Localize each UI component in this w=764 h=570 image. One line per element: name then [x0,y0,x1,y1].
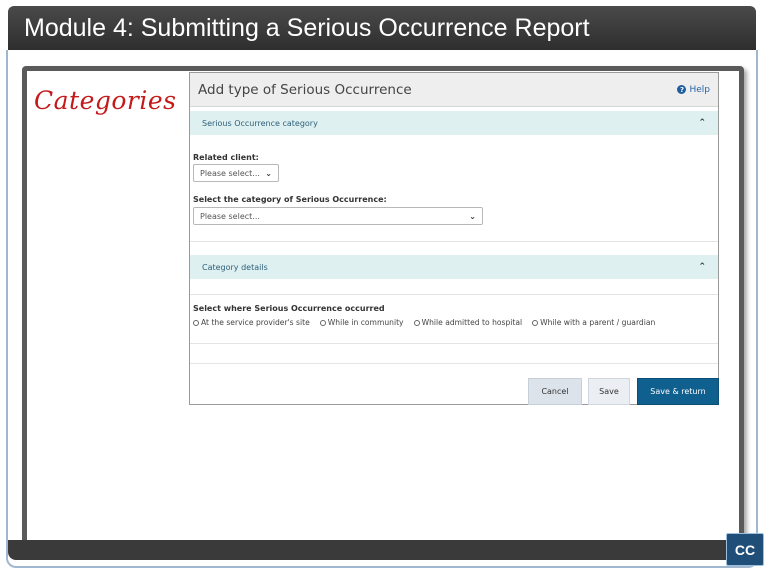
radio-label: While admitted to hospital [421,318,523,327]
radio-admitted-hospital[interactable]: While admitted to hospital [413,318,523,327]
chevron-down-icon: ⌄ [469,211,476,221]
categories-annotation: Categories [34,86,177,115]
radio-label: While in community [327,318,404,327]
category-select-value: Please select... [200,211,260,221]
related-client-label: Related client: [193,153,259,162]
occurred-where-radio-group: At the service provider's site While in … [193,318,655,327]
dialog-title: Add type of Serious Occurrence [198,81,412,98]
radio-with-parent-guardian[interactable]: While with a parent / guardian [532,318,655,327]
radio-service-provider-site[interactable]: At the service provider's site [193,318,310,327]
radio-label: While with a parent / guardian [540,318,656,327]
save-button[interactable]: Save [588,378,630,405]
dialog-header: Add type of Serious Occurrence ? Help [190,73,718,107]
radio-circle-icon[interactable] [532,319,539,326]
save-and-return-button[interactable]: Save & return [637,378,719,405]
help-label: Help [689,84,710,95]
section-divider [190,294,718,295]
occurred-where-label: Select where Serious Occurrence occurred [193,304,385,313]
category-section: Serious Occurrence category ⌃ [190,111,718,135]
category-select-label: Select the category of Serious Occurrenc… [193,195,387,204]
chevron-up-icon[interactable]: ⌃ [698,118,706,128]
category-select[interactable]: Please select... ⌄ [193,207,483,225]
radio-circle-icon[interactable] [319,319,326,326]
slide-frame: Module 4: Submitting a Serious Occurrenc… [0,0,764,570]
section-header-category-label: Serious Occurrence category [202,118,318,128]
category-details-section: Category details ⌃ [190,255,718,279]
related-client-value: Please select... [200,168,260,178]
chevron-down-icon: ⌄ [265,168,272,178]
cancel-button[interactable]: Cancel [528,378,582,405]
slide-title: Module 4: Submitting a Serious Occurrenc… [8,6,756,50]
section-header-details[interactable]: Category details ⌃ [190,255,718,279]
add-serious-occurrence-dialog: Add type of Serious Occurrence ? Help Se… [189,72,719,405]
radio-circle-icon[interactable] [413,319,420,326]
dialog-footer: Cancel Save Save & return [190,363,719,405]
closed-captions-button[interactable]: CC [726,533,764,566]
help-circle-icon: ? [677,85,687,94]
radio-circle-icon[interactable] [193,319,199,326]
slide-bottom-bar [8,540,756,560]
radio-label: At the service provider's site [201,318,310,327]
radio-in-community[interactable]: While in community [319,318,404,327]
chevron-up-icon[interactable]: ⌃ [698,262,706,272]
related-client-select[interactable]: Please select... ⌄ [193,164,279,182]
section-divider [190,343,718,344]
section-header-category[interactable]: Serious Occurrence category ⌃ [190,111,718,135]
help-link[interactable]: ? Help [677,85,710,95]
section-divider [190,241,718,242]
section-header-details-label: Category details [202,262,268,272]
